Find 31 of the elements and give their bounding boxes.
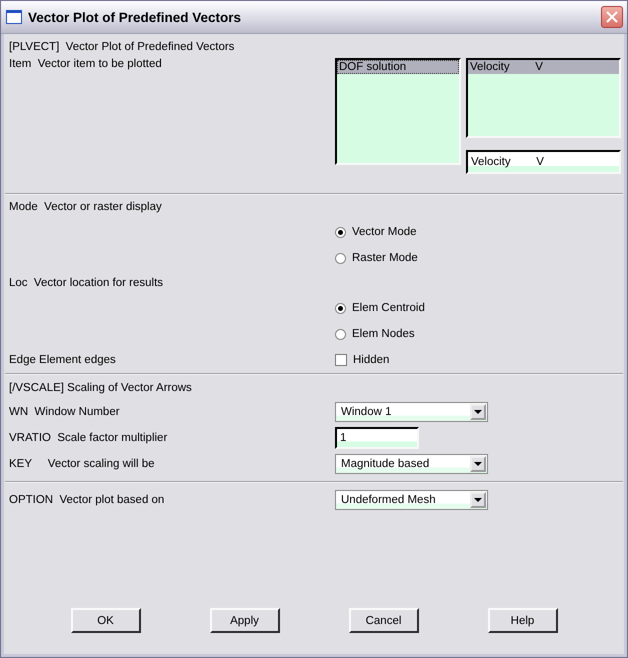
radio-button[interactable]: Raster Mode <box>335 252 418 264</box>
dialog-button[interactable]: Cancel <box>348 608 418 633</box>
section-heading: [PLVECT] Vector Plot of Predefined Vectors <box>9 41 234 53</box>
list-item[interactable]: DOF solution <box>337 60 459 74</box>
radio-button[interactable]: Vector Mode <box>335 226 417 238</box>
dialog-button[interactable]: Help <box>488 608 558 633</box>
close-icon[interactable] <box>601 6 623 28</box>
field-label: KEY Vector scaling will be <box>9 458 155 470</box>
field-label: WN Window Number <box>9 406 120 418</box>
scaling-dropdown[interactable]: Magnitude based <box>335 454 488 474</box>
field-label: VRATIO Scale factor multiplier <box>9 432 168 444</box>
list-item[interactable]: Velocity V <box>468 60 619 74</box>
component-list[interactable]: Velocity V <box>466 58 621 138</box>
window-title: Vector Plot of Predefined Vectors <box>28 10 242 24</box>
plot-basis-dropdown[interactable]: Undeformed Mesh <box>335 490 488 510</box>
category-list[interactable]: DOF solution <box>335 58 461 165</box>
dialog-button[interactable]: OK <box>70 608 140 633</box>
window-icon <box>6 10 22 24</box>
radio-button[interactable]: Elem Nodes <box>335 328 415 340</box>
scale-factor-field[interactable]: 1 <box>335 427 419 449</box>
window-number-dropdown[interactable]: Window 1 <box>335 402 488 422</box>
field-label: Item Vector item to be plotted <box>9 58 162 70</box>
radio-button[interactable]: Elem Centroid <box>335 302 425 314</box>
field-label: Edge Element edges <box>9 354 116 366</box>
field-label: Mode Vector or raster display <box>9 201 162 213</box>
item-field[interactable]: Velocity V <box>466 150 621 174</box>
dialog-button[interactable]: Apply <box>210 608 280 633</box>
section-heading: [/VSCALE] Scaling of Vector Arrows <box>9 382 192 394</box>
hidden-checkbox[interactable]: Hidden <box>335 354 390 366</box>
field-label: OPTION Vector plot based on <box>9 494 164 506</box>
field-label: Loc Vector location for results <box>9 277 164 289</box>
